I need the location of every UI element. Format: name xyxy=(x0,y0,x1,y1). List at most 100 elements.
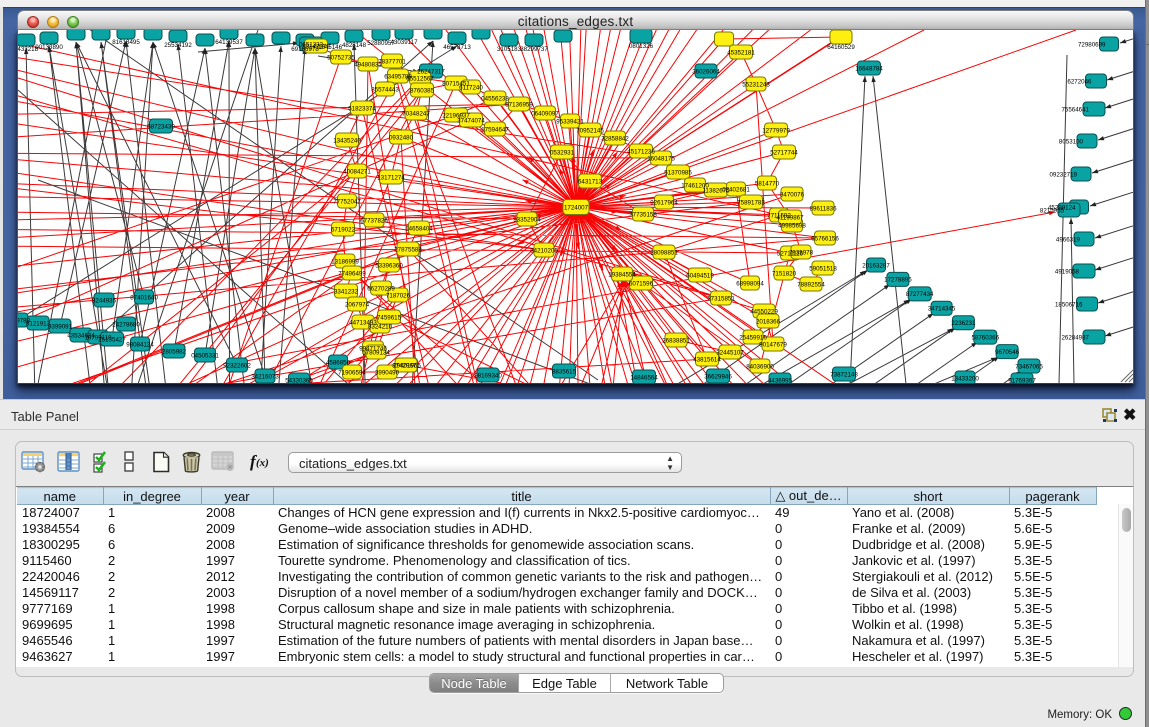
svg-text:06409097: 06409097 xyxy=(531,110,559,117)
svg-text:6431713: 6431713 xyxy=(578,178,603,185)
svg-text:4436995: 4436995 xyxy=(768,377,793,384)
svg-text:8835615: 8835615 xyxy=(552,368,577,375)
svg-text:45171236: 45171236 xyxy=(627,148,655,155)
svg-text:75564641: 75564641 xyxy=(1061,106,1089,113)
svg-text:25135427: 25135427 xyxy=(98,336,126,343)
svg-text:50752735: 50752735 xyxy=(327,54,355,61)
svg-text:13171274: 13171274 xyxy=(377,174,405,181)
svg-text:37735158: 37735158 xyxy=(629,211,657,218)
svg-text:84210205: 84210205 xyxy=(530,247,558,254)
svg-text:44550229: 44550229 xyxy=(750,308,778,315)
svg-text:95339421: 95339421 xyxy=(556,118,584,125)
svg-text:19384554: 19384554 xyxy=(608,271,636,278)
svg-text:89611836: 89611836 xyxy=(809,205,837,212)
svg-text:3105183: 3105183 xyxy=(497,46,522,53)
svg-text:8470076: 8470076 xyxy=(780,191,805,198)
svg-text:49985698: 49985698 xyxy=(778,222,806,229)
svg-text:13186999: 13186999 xyxy=(331,258,359,265)
svg-text:26247317: 26247317 xyxy=(417,68,445,75)
svg-text:0801326: 0801326 xyxy=(629,43,654,50)
svg-text:51823374: 51823374 xyxy=(348,105,376,112)
svg-text:3341232: 3341232 xyxy=(334,288,359,295)
svg-text:02402681: 02402681 xyxy=(722,186,750,193)
svg-text:53396360: 53396360 xyxy=(375,262,403,269)
svg-text:16648784: 16648784 xyxy=(855,65,883,72)
svg-text:1724007: 1724007 xyxy=(564,204,589,211)
svg-text:14846564: 14846564 xyxy=(630,374,658,381)
svg-text:04505331: 04505331 xyxy=(191,352,219,359)
svg-text:20163287: 20163287 xyxy=(862,262,890,269)
svg-text:09232719: 09232719 xyxy=(1049,171,1077,178)
svg-text:7187026: 7187026 xyxy=(386,292,411,299)
svg-text:2067974: 2067974 xyxy=(345,301,370,308)
svg-text:8244935: 8244935 xyxy=(92,297,117,304)
svg-text:27875588: 27875588 xyxy=(394,246,422,253)
svg-text:65766156: 65766156 xyxy=(811,235,839,242)
svg-text:75891783: 75891783 xyxy=(737,199,765,206)
svg-text:67136959: 67136959 xyxy=(505,101,533,108)
svg-text:17594647: 17594647 xyxy=(481,126,509,133)
svg-text:6272046: 6272046 xyxy=(1067,78,1092,85)
svg-text:38299737: 38299737 xyxy=(520,46,548,53)
svg-text:4919058: 4919058 xyxy=(1055,268,1080,275)
svg-text:4966319: 4966319 xyxy=(1056,236,1081,243)
svg-text:2236231: 2236231 xyxy=(951,320,976,327)
svg-text:4828148: 4828148 xyxy=(342,42,367,49)
svg-text:0932480: 0932480 xyxy=(389,134,414,141)
svg-text:9399091: 9399091 xyxy=(48,323,73,330)
svg-text:32445107: 32445107 xyxy=(716,349,744,356)
svg-text:60494519: 60494519 xyxy=(686,272,714,279)
svg-text:72980699: 72980699 xyxy=(1078,41,1106,48)
svg-text:18506716: 18506716 xyxy=(1055,301,1083,308)
svg-text:16048175: 16048175 xyxy=(647,155,675,162)
svg-text:40084271: 40084271 xyxy=(343,168,371,175)
svg-text:(x): (x) xyxy=(256,457,269,469)
svg-text:28098851: 28098851 xyxy=(650,249,678,256)
svg-text:85574443: 85574443 xyxy=(371,86,399,93)
svg-text:12779979: 12779979 xyxy=(762,127,790,134)
svg-text:73872148: 73872148 xyxy=(830,371,858,378)
svg-text:55231243: 55231243 xyxy=(742,81,770,88)
svg-text:67737826: 67737826 xyxy=(360,217,388,224)
svg-text:98084124: 98084124 xyxy=(126,341,154,348)
svg-text:13435240: 13435240 xyxy=(333,137,361,144)
svg-text:98169340: 98169340 xyxy=(474,372,502,379)
svg-text:90147679: 90147679 xyxy=(759,341,787,348)
svg-text:43815614: 43815614 xyxy=(693,356,721,363)
svg-text:32858842: 32858842 xyxy=(601,135,629,142)
svg-text:7459615: 7459615 xyxy=(377,314,402,321)
svg-text:8121913: 8121913 xyxy=(26,320,51,327)
svg-text:65512567: 65512567 xyxy=(406,75,434,82)
svg-text:92322602: 92322602 xyxy=(223,362,251,369)
svg-text:8053100: 8053100 xyxy=(1059,138,1084,145)
svg-text:70952145: 70952145 xyxy=(576,127,604,134)
svg-text:87429671: 87429671 xyxy=(392,362,420,369)
svg-text:17278895: 17278895 xyxy=(884,277,912,284)
svg-text:84036900: 84036900 xyxy=(746,363,774,370)
svg-text:4586850: 4586850 xyxy=(326,359,351,366)
svg-text:77496499: 77496499 xyxy=(338,270,366,277)
svg-text:26284987: 26284987 xyxy=(1061,334,1089,341)
svg-text:81618495: 81618495 xyxy=(112,39,140,46)
svg-text:64139537: 64139537 xyxy=(215,39,243,46)
svg-text:78892554: 78892554 xyxy=(797,281,825,288)
svg-text:36026064: 36026064 xyxy=(692,68,720,75)
svg-text:43039117: 43039117 xyxy=(390,39,418,46)
svg-text:77752047: 77752047 xyxy=(333,198,361,205)
svg-text:5814770: 5814770 xyxy=(755,180,780,187)
svg-text:8215955: 8215955 xyxy=(1040,207,1065,214)
svg-text:51370985: 51370985 xyxy=(664,169,692,176)
svg-text:87277434: 87277434 xyxy=(906,291,934,298)
svg-text:57809134: 57809134 xyxy=(362,349,390,356)
svg-text:7151820: 7151820 xyxy=(772,270,797,277)
svg-text:0532931: 0532931 xyxy=(550,149,575,156)
svg-text:2018366: 2018366 xyxy=(756,318,781,325)
svg-text:6117240: 6117240 xyxy=(459,84,483,91)
svg-text:25534192: 25534192 xyxy=(164,42,192,49)
svg-text:78377701: 78377701 xyxy=(378,58,406,65)
svg-text:52717744: 52717744 xyxy=(770,149,798,156)
svg-text:14658404: 14658404 xyxy=(405,225,433,232)
svg-text:13433200: 13433200 xyxy=(951,375,979,382)
svg-text:54330365: 54330365 xyxy=(285,377,313,384)
svg-text:3990490: 3990490 xyxy=(375,369,400,376)
